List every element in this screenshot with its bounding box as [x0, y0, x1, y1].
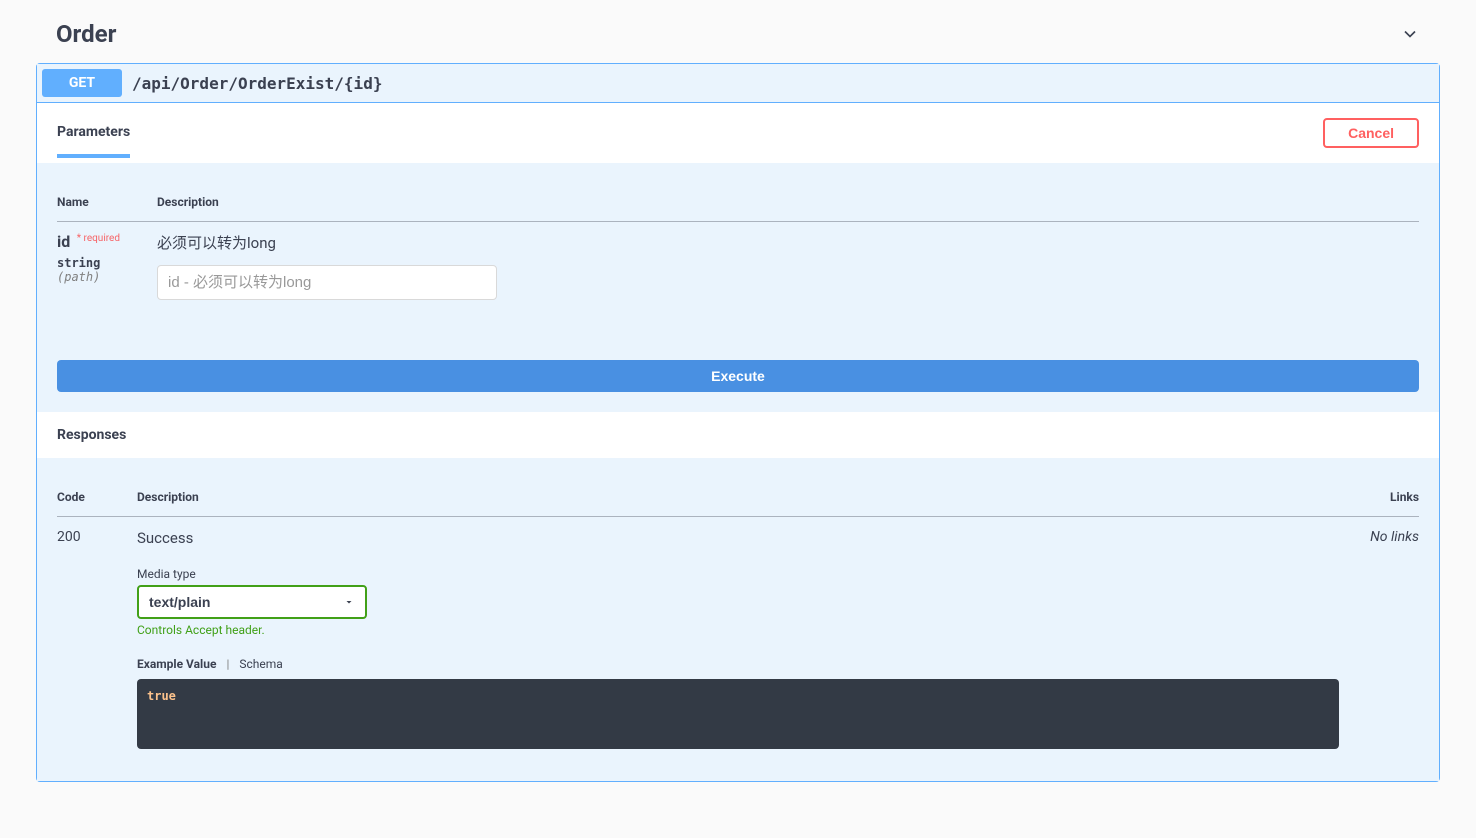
response-links: No links [1339, 517, 1419, 762]
example-body: true [147, 689, 176, 703]
operation-block: GET /api/Order/OrderExist/{id} Parameter… [36, 63, 1440, 782]
execute-wrapper: Execute [37, 340, 1439, 412]
responses-body: Code Description Links 200 Success Media… [37, 458, 1439, 781]
param-type: string [57, 251, 157, 270]
param-in: (path) [57, 270, 157, 284]
media-hint: Controls Accept header. [137, 623, 1339, 637]
parameters-body: Name Description id * required string (p… [37, 163, 1439, 340]
divider: | [226, 657, 229, 671]
endpoint-path: /api/Order/OrderExist/{id} [122, 74, 1434, 93]
tab-example-value[interactable]: Example Value [137, 657, 216, 671]
param-header-name: Name [57, 183, 157, 222]
param-required: * required [74, 233, 120, 244]
response-description: Success [137, 529, 1339, 547]
example-code-block: true [137, 679, 1339, 749]
response-code: 200 [57, 517, 137, 762]
operation-summary[interactable]: GET /api/Order/OrderExist/{id} [37, 64, 1439, 103]
http-method-badge: GET [42, 69, 122, 97]
media-type-label: Media type [137, 567, 1339, 581]
tab-header: Parameters [57, 124, 130, 143]
responses-header: Responses [37, 412, 1439, 458]
resp-header-links: Links [1339, 478, 1419, 517]
parameters-table: Name Description id * required string (p… [57, 183, 1419, 320]
param-row: id * required string (path) 必须可以转为long [57, 222, 1419, 321]
param-description: 必须可以转为long [157, 232, 1419, 253]
chevron-down-icon [1400, 24, 1420, 44]
param-header-description: Description [157, 183, 1419, 222]
param-input-id[interactable] [157, 265, 497, 300]
example-tabs: Example Value | Schema [137, 657, 1339, 671]
section-title: Order [56, 20, 116, 48]
execute-button[interactable]: Execute [57, 360, 1419, 392]
resp-header-description: Description [137, 478, 1339, 517]
cancel-button[interactable]: Cancel [1323, 118, 1419, 148]
param-name: id [57, 232, 70, 251]
tab-schema[interactable]: Schema [239, 657, 282, 671]
media-type-select[interactable]: text/plain [137, 585, 367, 619]
section-header[interactable]: Order [36, 10, 1440, 63]
tab-parameters[interactable]: Parameters [57, 124, 130, 158]
response-row: 200 Success Media type text/plain Contro… [57, 517, 1419, 762]
responses-table: Code Description Links 200 Success Media… [57, 478, 1419, 761]
resp-header-code: Code [57, 478, 137, 517]
parameters-bar: Parameters Cancel [37, 103, 1439, 163]
